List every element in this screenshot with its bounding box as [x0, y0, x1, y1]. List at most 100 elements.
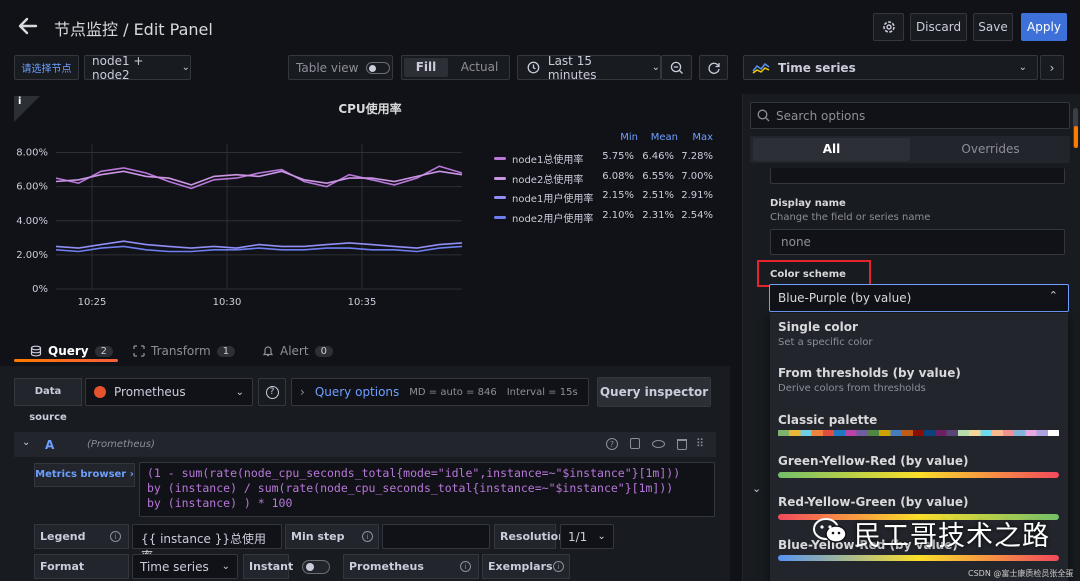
fill-option[interactable]: Fill	[404, 58, 448, 77]
trash-icon[interactable]	[677, 439, 687, 450]
legend-max-value: 7.28%	[681, 151, 713, 162]
legend-mean-value: 6.46%	[642, 151, 674, 162]
chevron-right-icon: ›	[300, 385, 305, 399]
legend-swatch	[494, 176, 506, 180]
chevron-down-icon: ⌄	[1018, 62, 1027, 73]
chevron-right-icon: ›	[1049, 60, 1055, 75]
tab-query-count: 2	[94, 345, 113, 357]
resolution-select[interactable]: 1/1 ⌄	[560, 524, 614, 549]
display-name-title: Display name	[770, 198, 846, 209]
datasource-select[interactable]: Prometheus ⌄	[85, 378, 253, 406]
node-variable-select[interactable]: node1 + node2 ⌄	[84, 54, 191, 82]
legend-mean-value: 2.51%	[642, 190, 674, 201]
query-options-toggle[interactable]: › Query options MD = auto = 846 Interval…	[291, 378, 589, 406]
table-view-toggle[interactable]: Table view	[288, 55, 393, 80]
wechat-logo-icon	[812, 517, 848, 545]
format-select[interactable]: Time series ⌄	[132, 554, 238, 579]
zoom-out-button[interactable]	[661, 55, 692, 80]
format-label: Format	[40, 560, 85, 573]
option-classic-palette-title: Classic palette	[778, 413, 878, 427]
series-line-0[interactable]	[55, 165, 463, 190]
annotation-highlight-box	[757, 260, 871, 287]
classic-palette-swatch	[778, 430, 1059, 436]
chevron-up-icon: ⌃	[1048, 289, 1058, 302]
legend-format-input[interactable]: {{ instance }}总使用率	[132, 524, 282, 563]
tab-alert[interactable]: Alert 0	[262, 340, 333, 362]
actual-option[interactable]: Actual	[452, 58, 507, 77]
visualization-picker[interactable]: Time series ⌄	[743, 55, 1038, 80]
format-value: Time series	[140, 559, 209, 574]
discard-button[interactable]: Discard	[910, 13, 967, 41]
drag-handle-icon[interactable]: ⠿	[696, 437, 704, 450]
transform-icon	[133, 345, 145, 357]
collapse-query-icon[interactable]: ⌄	[22, 437, 30, 448]
apply-button[interactable]: Apply	[1021, 13, 1067, 41]
info-icon[interactable]: i	[553, 561, 564, 572]
legend-series-name: node1总使用率	[512, 155, 584, 166]
legend-mean-value: 2.31%	[642, 209, 674, 221]
collapse-options-button[interactable]: ›	[1040, 55, 1064, 80]
collapsed-section-chevron-icon[interactable]: ⌄	[752, 482, 761, 495]
instant-toggle[interactable]	[302, 560, 330, 574]
back-arrow-icon[interactable]	[16, 14, 40, 38]
clock-icon	[527, 61, 540, 74]
tab-all[interactable]: All	[753, 138, 910, 161]
option-single-color-title: Single color	[778, 320, 858, 334]
chevron-down-icon: ⌄	[597, 531, 606, 542]
refresh-icon	[707, 62, 720, 74]
legend-header-min[interactable]: Min	[594, 132, 638, 143]
query-inspector-button[interactable]: Query inspector	[597, 377, 711, 407]
legend-item[interactable]: node2总使用率 6.08% 6.55% 7.00%	[486, 169, 726, 188]
time-series-viz-icon	[752, 62, 770, 74]
chevron-down-icon: ⌄	[221, 561, 230, 572]
refresh-button[interactable]	[699, 55, 728, 80]
duplicate-query-icon[interactable]	[630, 438, 640, 449]
y-tick-label: 8.00%	[16, 148, 48, 159]
min-step-label: Min step	[291, 530, 345, 543]
legend-item[interactable]: node1总使用率 5.75% 6.46% 7.28%	[486, 149, 726, 168]
info-icon[interactable]: i	[460, 561, 471, 572]
legend-max-value: 7.00%	[681, 170, 713, 182]
time-range-picker[interactable]: Last 15 minutes ⌄	[517, 54, 661, 82]
legend-header-max[interactable]: Max	[672, 132, 713, 143]
query-expression-editor[interactable]: (1 - sum(rate(node_cpu_seconds_total{mod…	[139, 462, 715, 517]
display-name-input[interactable]: none	[770, 229, 1065, 255]
prometheus-type-label: Prometheus	[349, 560, 424, 573]
info-icon[interactable]: i	[362, 531, 373, 542]
query-ref-id[interactable]: A	[45, 438, 54, 452]
metrics-browser-button[interactable]: Metrics browser ›	[34, 463, 135, 487]
chevron-down-icon: ⌄	[235, 386, 244, 398]
settings-button[interactable]	[873, 13, 904, 41]
legend-series-name: node2用户使用率	[512, 213, 594, 225]
legend-item[interactable]: node1用户使用率 2.15% 2.51% 2.91%	[486, 188, 726, 207]
datasource-help-button[interactable]: ?	[258, 378, 286, 406]
eye-icon[interactable]	[652, 440, 665, 448]
save-button[interactable]: Save	[973, 13, 1013, 41]
y-tick-label: 6.00%	[16, 182, 48, 193]
query-options-label: Query options	[314, 385, 400, 399]
previous-option-input[interactable]	[770, 168, 1065, 184]
legend-series-name: node2总使用率	[512, 174, 584, 186]
table-view-label: Table view	[296, 60, 359, 75]
color-scheme-select[interactable]: Blue-Purple (by value) ⌃	[769, 284, 1069, 312]
cpu-usage-chart: 0% 2.00% 4.00% 6.00% 8.00% 10:25 10:30 10:35	[16, 144, 463, 308]
bell-icon	[262, 346, 274, 357]
option-from-thresholds-desc: Derive colors from thresholds	[778, 383, 926, 394]
tab-transform[interactable]: Transform 1	[133, 340, 236, 362]
legend-item[interactable]: node2用户使用率 2.10% 2.31% 2.54%	[486, 208, 726, 227]
expr-line-1: (1 - sum(rate(node_cpu_seconds_total{mod…	[147, 466, 681, 480]
query-datasource-name: (Prometheus)	[87, 439, 155, 450]
query-help-icon[interactable]: ?	[606, 438, 618, 450]
search-options-placeholder: Search options	[776, 108, 866, 123]
y-tick-label: 2.00%	[16, 250, 48, 261]
tab-overrides[interactable]: Overrides	[912, 138, 1069, 161]
options-scroll-thumb[interactable]	[1074, 126, 1078, 148]
display-name-placeholder: none	[781, 235, 811, 249]
search-options-input[interactable]: Search options	[750, 102, 1070, 129]
chevron-down-icon: ⌄	[651, 62, 660, 73]
min-step-input[interactable]	[382, 524, 490, 549]
info-icon[interactable]: i	[110, 531, 121, 542]
legend-min-value: 5.75%	[602, 151, 634, 162]
zoom-out-icon	[670, 61, 683, 74]
green-yellow-red-gradient	[778, 472, 1059, 478]
